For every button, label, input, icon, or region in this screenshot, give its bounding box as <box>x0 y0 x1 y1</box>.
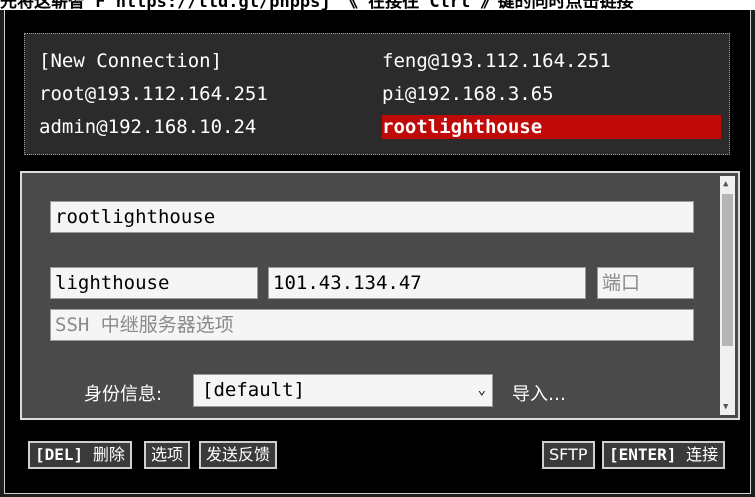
top-banner: 先将这崭智 F https://ttd.gl/pnppsj 《 在接往 Ctrl… <box>0 0 755 10</box>
connection-feng[interactable]: feng@193.112.164.251 <box>382 49 611 73</box>
username-input[interactable] <box>50 267 258 299</box>
scroll-thumb[interactable] <box>722 194 733 346</box>
feedback-button[interactable]: 发送反馈 <box>199 441 278 469</box>
connection-form: 身份信息: [default] ⌄ 导入… ▲ ▼ <box>20 171 740 420</box>
connection-new[interactable]: [New Connection] <box>39 49 222 73</box>
identity-selected-value: [default] <box>202 379 305 401</box>
delete-key: [DEL] <box>35 445 84 464</box>
delete-label: 删除 <box>92 445 125 464</box>
options-button[interactable]: 选项 <box>144 441 191 469</box>
connection-list: [New Connection] feng@193.112.164.251 ro… <box>24 33 730 155</box>
connect-key: [ENTER] <box>609 445 677 464</box>
identity-select[interactable]: [default] ⌄ <box>193 374 493 407</box>
connection-admin[interactable]: admin@192.168.10.24 <box>39 115 256 139</box>
port-input[interactable] <box>597 267 694 299</box>
connection-name-input[interactable] <box>50 201 694 233</box>
scroll-down-icon[interactable]: ▼ <box>723 402 728 412</box>
connect-label: 连接 <box>686 445 719 464</box>
delete-button[interactable]: [DEL] 删除 <box>28 441 132 469</box>
import-link[interactable]: 导入… <box>512 380 566 406</box>
connect-button[interactable]: [ENTER] 连接 <box>602 441 726 469</box>
host-input[interactable] <box>268 267 586 299</box>
options-label: 选项 <box>151 445 184 464</box>
connection-root[interactable]: root@193.112.164.251 <box>39 82 268 106</box>
sftp-label: SFTP <box>549 445 588 464</box>
ssh-relay-input[interactable] <box>50 309 694 341</box>
scrollbar[interactable]: ▲ ▼ <box>720 176 735 415</box>
chevron-down-icon: ⌄ <box>477 382 486 398</box>
scroll-up-icon[interactable]: ▲ <box>723 179 728 189</box>
connection-pi[interactable]: pi@192.168.3.65 <box>382 82 554 106</box>
connection-rootlighthouse[interactable]: rootlighthouse <box>382 115 721 139</box>
identity-label: 身份信息: <box>84 384 163 405</box>
sftp-button[interactable]: SFTP <box>542 441 595 469</box>
feedback-label: 发送反馈 <box>206 445 271 464</box>
